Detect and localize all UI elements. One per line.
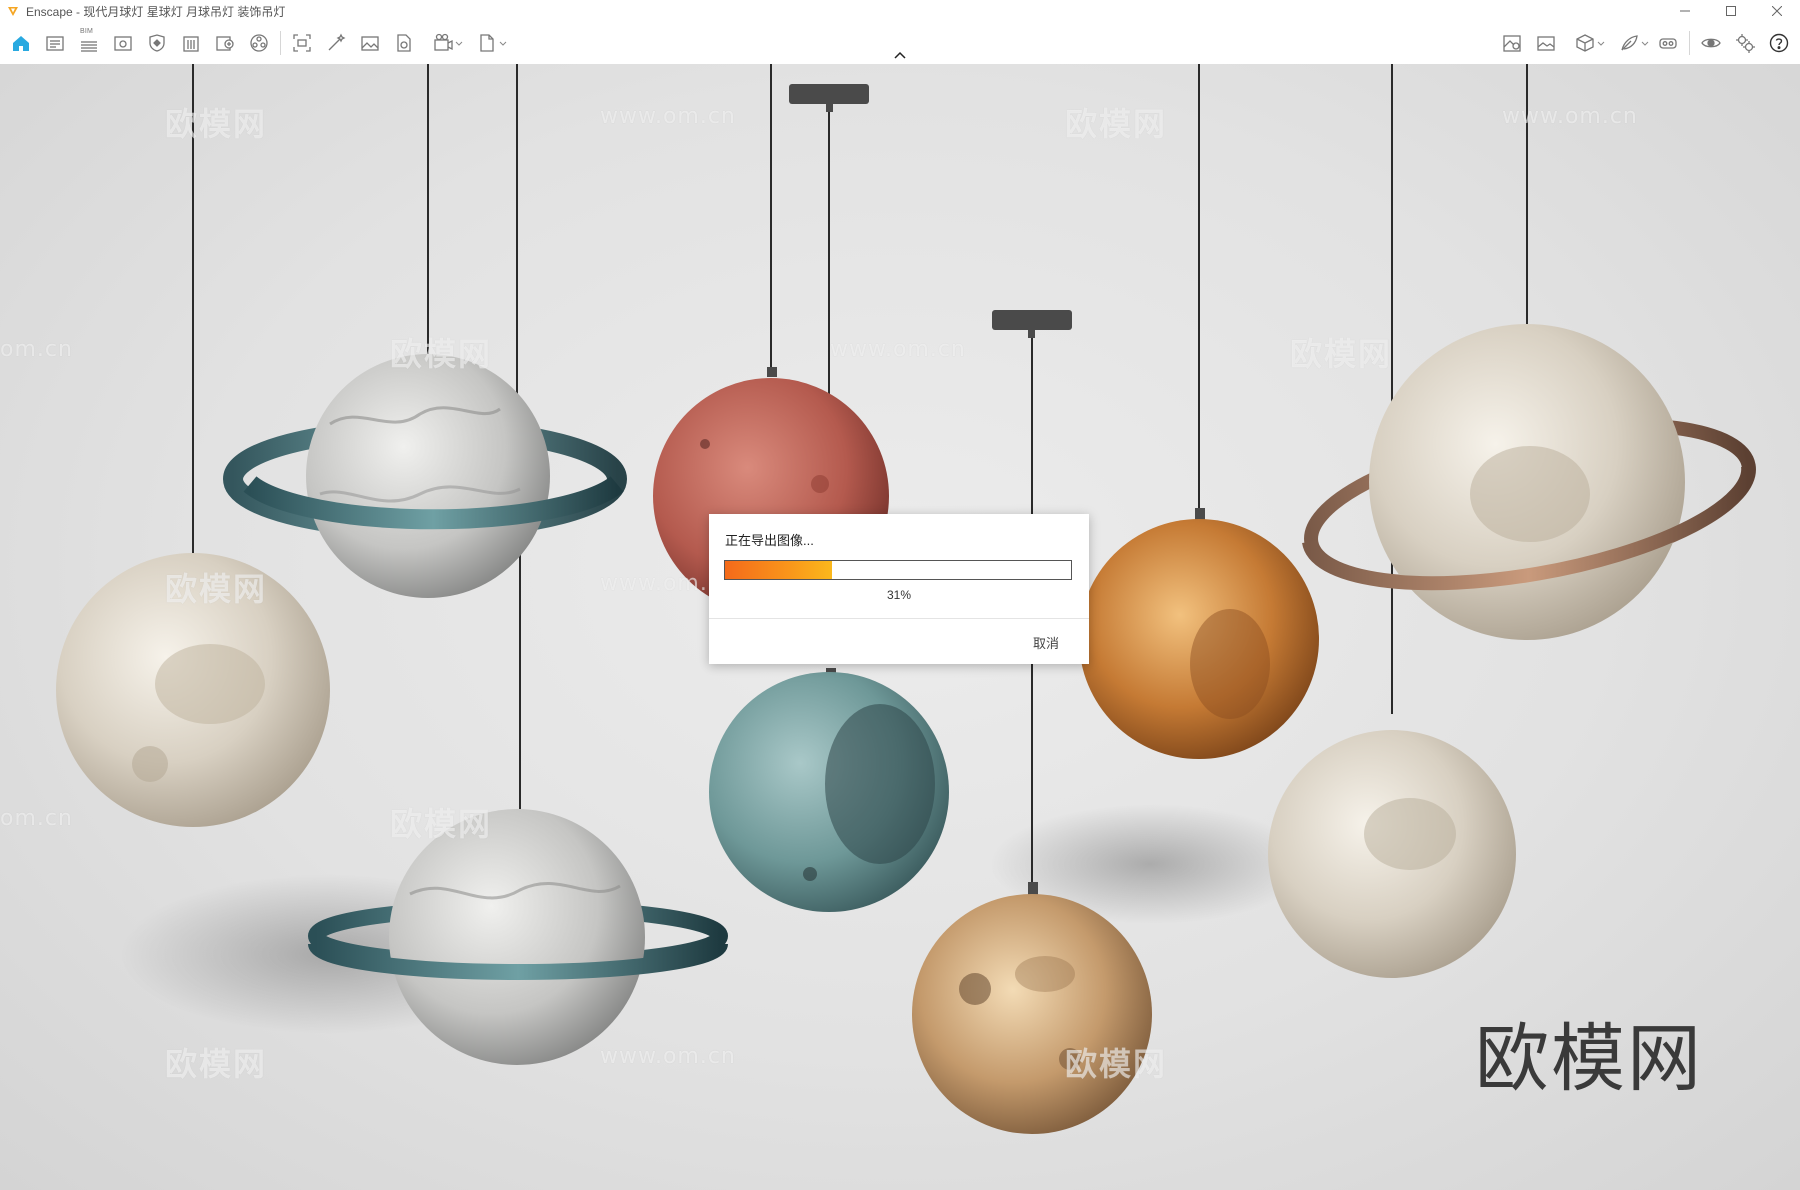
magic-button[interactable] <box>319 26 353 60</box>
video-button[interactable] <box>421 26 465 60</box>
file-button[interactable] <box>465 26 509 60</box>
window-title: Enscape - 现代月球灯 星球灯 月球吊灯 装饰吊灯 <box>26 4 286 19</box>
chevron-down-icon <box>1641 41 1649 46</box>
logo-watermark: 欧模网 <box>1475 1016 1703 1102</box>
watermark-brand: 欧模网 <box>165 1045 268 1083</box>
chevron-down-icon <box>455 41 463 46</box>
minimize-icon <box>1680 10 1690 12</box>
maximize-button[interactable] <box>1708 0 1754 22</box>
progress-percent-label: 31% <box>886 588 912 602</box>
export-icon <box>216 36 234 51</box>
map-icon <box>1503 35 1521 52</box>
magic-icon <box>328 33 346 51</box>
chevron-down-icon <box>499 41 507 46</box>
close-icon <box>1772 6 1782 16</box>
cube-icon <box>1576 34 1594 52</box>
feather-icon <box>1621 35 1638 51</box>
toolbar-separator <box>280 31 281 55</box>
vr-button[interactable] <box>1651 26 1685 60</box>
toolbar-separator <box>1689 31 1690 55</box>
cube-button[interactable] <box>1563 26 1607 60</box>
gallery-icon <box>1537 36 1555 51</box>
video-icon <box>434 33 453 51</box>
eye-icon <box>1701 38 1721 48</box>
maximize-icon <box>1726 6 1736 16</box>
image-button[interactable] <box>353 26 387 60</box>
home-button[interactable] <box>4 26 38 60</box>
dialog-divider <box>709 618 1089 619</box>
materials-icon <box>250 34 268 52</box>
minimize-button[interactable] <box>1662 0 1708 22</box>
cancel-button[interactable]: 取消 <box>1033 633 1059 652</box>
visual-settings-button[interactable] <box>1694 26 1728 60</box>
watermark-url-fragment: om.cn <box>0 806 73 831</box>
vr-icon <box>1659 38 1677 49</box>
bim-icon <box>81 41 97 52</box>
watermark-url: www.om.cn <box>830 337 966 362</box>
watermark-brand: 欧模网 <box>165 570 268 608</box>
watermark-url: www.om.cn <box>1502 104 1638 129</box>
feather-button[interactable] <box>1607 26 1651 60</box>
export-progress-dialog: 正在导出图像... 31% 取消 <box>709 514 1089 664</box>
batch-icon <box>397 34 411 52</box>
views-button[interactable] <box>106 26 140 60</box>
watermark-url: www.om.cn <box>600 1044 736 1069</box>
building-button[interactable] <box>174 26 208 60</box>
asset-icon <box>149 34 165 52</box>
watermark-url-fragment: om.cn <box>0 337 73 362</box>
settings-button[interactable] <box>1728 26 1762 60</box>
export-button[interactable] <box>208 26 242 60</box>
watermark-brand: 欧模网 <box>390 335 493 373</box>
image-icon <box>361 36 379 51</box>
map-button[interactable] <box>1495 26 1529 60</box>
gallery-button[interactable] <box>1529 26 1563 60</box>
watermark-url: www.om.cn <box>600 104 736 129</box>
screenshot-icon <box>293 34 311 52</box>
chevron-down-icon <box>1597 41 1605 46</box>
watermark-brand: 欧模网 <box>1065 1045 1168 1083</box>
title-bar: Enscape - 现代月球灯 星球灯 月球吊灯 装饰吊灯 <box>0 0 1800 22</box>
progress-bar <box>724 560 1072 580</box>
help-icon <box>1769 33 1789 53</box>
materials-button[interactable] <box>242 26 276 60</box>
home-icon <box>13 36 29 51</box>
chevron-up-icon <box>894 51 906 59</box>
file-icon <box>480 34 494 52</box>
help-button[interactable] <box>1762 26 1796 60</box>
bim-button[interactable]: BIM <box>72 26 106 60</box>
screenshot-button[interactable] <box>285 26 319 60</box>
window-controls <box>1662 0 1800 22</box>
enscape-logo-icon <box>6 4 20 18</box>
bim-label: BIM <box>80 28 94 35</box>
asset-library-button[interactable] <box>140 26 174 60</box>
settings-icon <box>1736 34 1755 53</box>
watermark-brand: 欧模网 <box>390 805 493 843</box>
scene-icon <box>46 36 64 51</box>
building-icon <box>183 36 199 52</box>
collapse-toolbar-button[interactable] <box>890 48 910 62</box>
dialog-message: 正在导出图像... <box>725 533 814 548</box>
close-button[interactable] <box>1754 0 1800 22</box>
batch-button[interactable] <box>387 26 421 60</box>
views-icon <box>114 36 132 51</box>
progress-bar-fill <box>725 561 833 579</box>
watermark-brand: 欧模网 <box>1290 335 1393 373</box>
scenes-button[interactable] <box>38 26 72 60</box>
watermark-brand: 欧模网 <box>1065 105 1168 143</box>
watermark-brand: 欧模网 <box>165 105 268 143</box>
